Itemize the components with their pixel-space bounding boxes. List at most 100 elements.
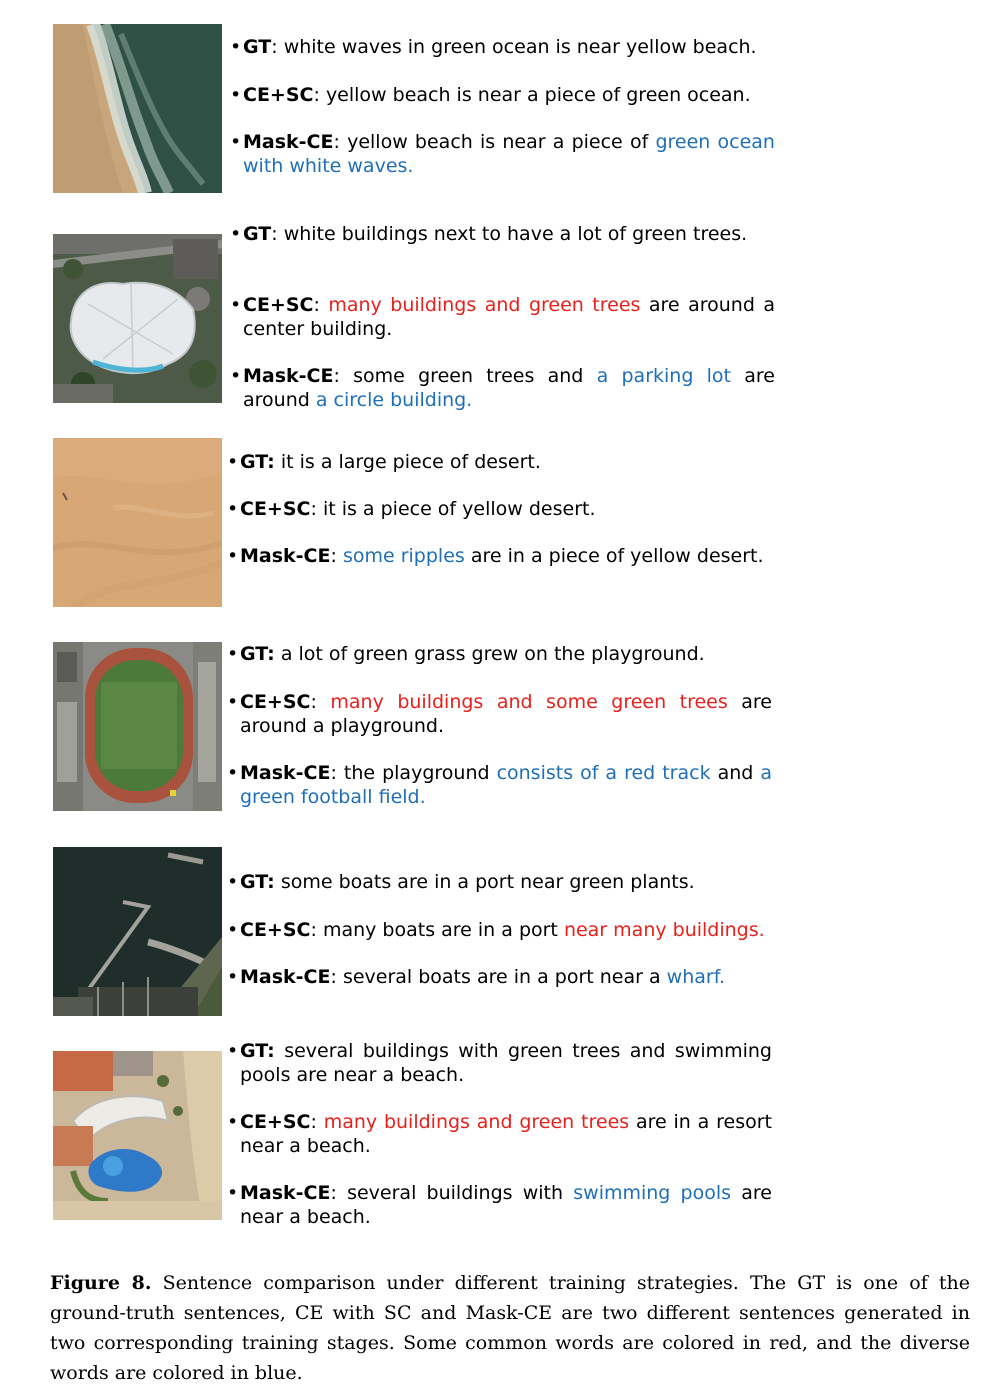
diverse-words: a circle building. <box>315 388 473 411</box>
bullet-icon: • <box>227 762 239 784</box>
sentence-text: it is a piece of yellow desert. <box>322 498 596 520</box>
mask-ce-sentence: • Mask-CE: some ripples are in a piece of… <box>227 545 772 569</box>
sentence-text: several buildings with green trees and s… <box>240 1040 772 1086</box>
diverse-words: a parking lot <box>596 365 732 387</box>
sentence-text: many boats are in a port <box>322 919 564 941</box>
gt-sentence: • GT: several buildings with green trees … <box>227 1040 772 1087</box>
figure-label: Figure 8. <box>50 1272 152 1294</box>
resort-image <box>53 1051 222 1220</box>
sentence-label: Mask-CE <box>240 966 331 988</box>
common-words: near many buildings. <box>563 919 765 941</box>
sentence-text: some green trees and <box>353 365 597 387</box>
playground-image <box>53 642 222 811</box>
ce-sc-sentence: • CE+SC: many buildings and some green tr… <box>227 691 772 738</box>
sentence-label: Mask-CE <box>243 365 334 387</box>
beach-ocean-image <box>53 24 222 193</box>
label-separator: : <box>333 131 348 153</box>
label-separator: : <box>330 966 343 988</box>
bullet-icon: • <box>227 691 239 713</box>
mask-ce-sentence: • Mask-CE: several buildings with swimmin… <box>227 1182 772 1229</box>
label-separator: : <box>330 762 344 784</box>
gt-sentence: • GT: some boats are in a port near green… <box>227 871 772 895</box>
sentence-label: Mask-CE <box>240 1182 331 1204</box>
common-words: many buildings and green trees <box>328 294 641 316</box>
bullet-icon: • <box>227 643 239 665</box>
figure-caption: Figure 8. Sentence comparison under diff… <box>50 1268 970 1388</box>
caption-text: Sentence comparison under different trai… <box>50 1272 970 1384</box>
sentence-text: several buildings with <box>347 1182 574 1204</box>
ce-sc-sentence: • CE+SC: many buildings and green trees a… <box>227 1111 772 1158</box>
sentence-label: CE+SC <box>240 691 311 713</box>
port-image <box>53 847 222 1016</box>
bullet-icon: • <box>227 498 239 520</box>
sentence-label: GT: <box>240 1040 275 1062</box>
diverse-words: some ripples <box>342 545 465 567</box>
common-words: many buildings and some green trees <box>330 691 728 713</box>
label-separator: : <box>310 919 323 941</box>
sentence-label: GT: <box>240 643 275 665</box>
bullet-icon: • <box>227 451 239 473</box>
gt-sentence: • GT: white buildings next to have a lot … <box>230 223 775 247</box>
sentence-text: are in a piece of yellow desert. <box>464 545 764 567</box>
label-separator: : <box>333 365 354 387</box>
sentence-text: and <box>710 762 761 784</box>
bullet-icon: • <box>227 545 239 567</box>
mask-ce-sentence: • Mask-CE: yellow beach is near a piece o… <box>230 131 775 178</box>
diverse-words: consists of a red track <box>496 762 711 784</box>
gt-sentence: • GT: white waves in green ocean is near … <box>230 36 775 60</box>
sentence-text: white waves in green ocean is near yello… <box>283 36 757 58</box>
center-building-image <box>53 234 222 403</box>
bullet-icon: • <box>227 871 239 893</box>
label-separator: : <box>310 691 331 713</box>
diverse-words: swimming pools <box>573 1182 732 1204</box>
label-separator: : <box>310 1111 324 1133</box>
bullet-icon: • <box>227 1040 239 1062</box>
ce-sc-sentence: • CE+SC: yellow beach is near a piece of … <box>230 84 775 108</box>
sentence-label: GT: <box>240 871 275 893</box>
sentence-text: a lot of green grass grew on the playgro… <box>280 643 705 665</box>
label-separator: : <box>310 498 323 520</box>
bullet-icon: • <box>230 294 242 316</box>
sentence-label: CE+SC <box>240 1111 311 1133</box>
bullet-icon: • <box>230 365 242 387</box>
sentence-text: yellow beach is near a piece of <box>347 131 656 153</box>
bullet-icon: • <box>227 1111 239 1133</box>
gt-sentence: • GT: a lot of green grass grew on the pl… <box>227 643 772 667</box>
sentence-text: some boats are in a port near green plan… <box>280 871 695 893</box>
label-separator: : <box>330 1182 348 1204</box>
sentence-label: CE+SC <box>243 294 314 316</box>
sentence-label: GT <box>243 223 272 245</box>
sentence-label: CE+SC <box>240 498 311 520</box>
ce-sc-sentence: • CE+SC: many boats are in a port near ma… <box>227 919 772 943</box>
sentence-text: white buildings next to have a lot of gr… <box>283 223 748 245</box>
mask-ce-sentence: • Mask-CE: the playground consists of a r… <box>227 762 772 809</box>
sentence-label: CE+SC <box>243 84 314 106</box>
sentence-label: Mask-CE <box>240 545 331 567</box>
mask-ce-sentence: • Mask-CE: several boats are in a port ne… <box>227 966 772 990</box>
bullet-icon: • <box>230 223 242 245</box>
bullet-icon: • <box>230 36 242 58</box>
sentence-text: the playground <box>343 762 497 784</box>
ce-sc-sentence: • CE+SC: many buildings and green trees a… <box>230 294 775 341</box>
sentence-label: CE+SC <box>240 919 311 941</box>
bullet-icon: • <box>230 131 242 153</box>
bullet-icon: • <box>230 84 242 106</box>
mask-ce-sentence: • Mask-CE: some green trees and a parking… <box>230 365 775 412</box>
label-separator: : <box>271 36 284 58</box>
sentence-text: yellow beach is near a piece of green oc… <box>325 84 751 106</box>
sentence-text: it is a large piece of desert. <box>280 451 541 473</box>
label-separator: : <box>271 223 284 245</box>
ce-sc-sentence: • CE+SC: it is a piece of yellow desert. <box>227 498 772 522</box>
sentence-label: Mask-CE <box>240 762 331 784</box>
diverse-words: wharf. <box>666 966 726 988</box>
sentence-label: GT <box>243 36 272 58</box>
sentence-text: several boats are in a port near a <box>342 966 667 988</box>
label-separator: : <box>313 84 326 106</box>
bullet-icon: • <box>227 966 239 988</box>
sentence-label: Mask-CE <box>243 131 334 153</box>
sentence-label: GT: <box>240 451 275 473</box>
desert-image <box>53 438 222 607</box>
bullet-icon: • <box>227 919 239 941</box>
label-separator: : <box>330 545 343 567</box>
common-words: many buildings and green trees <box>323 1111 630 1133</box>
